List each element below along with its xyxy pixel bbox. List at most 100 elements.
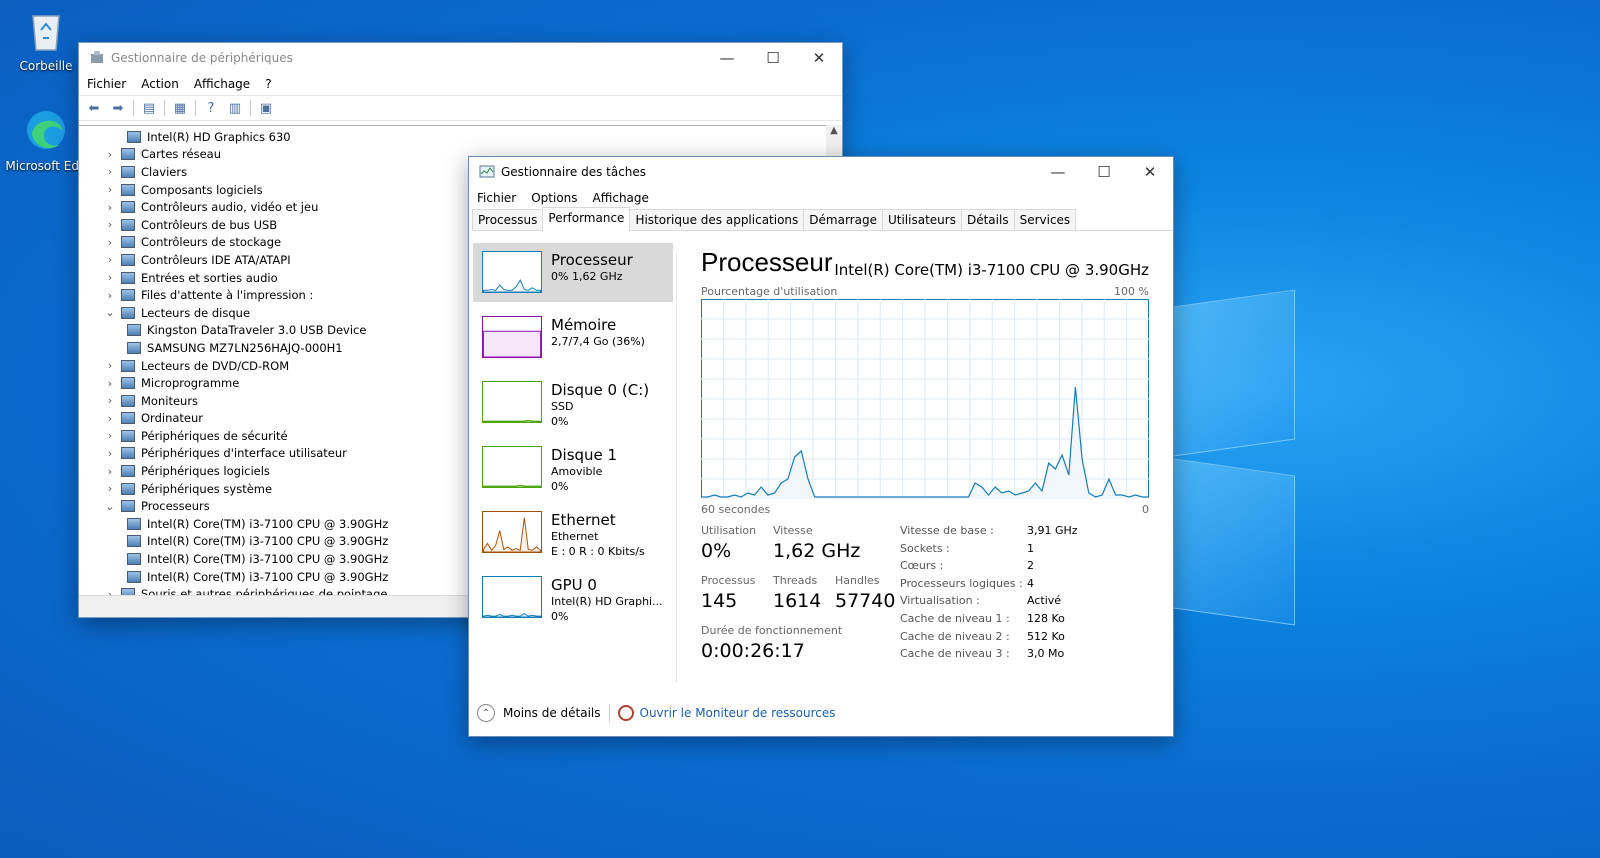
resource-sparkline <box>482 251 542 293</box>
task-manager-window[interactable]: Gestionnaire des tâches — ☐ ✕ Fichier Op… <box>468 156 1174 737</box>
chevron-down-icon[interactable]: ⌄ <box>103 306 117 319</box>
tree-node-label: Processeurs <box>141 499 210 514</box>
maximize-button[interactable]: ☐ <box>1081 157 1127 187</box>
resource-item[interactable]: Disque 0 (C:) SSD 0% <box>473 373 673 432</box>
chevron-right-icon[interactable]: › <box>103 465 117 478</box>
menu-affichage[interactable]: Affichage <box>194 77 250 91</box>
chevron-right-icon[interactable]: › <box>103 165 117 178</box>
toolbar-divider <box>164 100 165 116</box>
help-icon[interactable]: ? <box>202 100 220 116</box>
chevron-right-icon[interactable]: › <box>103 183 117 196</box>
sparkline-series <box>483 419 541 422</box>
back-arrow-icon[interactable]: ⬅ <box>85 100 103 116</box>
chevron-right-icon[interactable]: › <box>103 588 117 595</box>
handles-label: Handles <box>835 574 880 587</box>
tree-node-label: Intel(R) HD Graphics 630 <box>147 129 291 144</box>
menu-options[interactable]: Options <box>531 191 577 205</box>
tab-d-marrage[interactable]: Démarrage <box>803 209 883 230</box>
tab-processus[interactable]: Processus <box>472 209 544 230</box>
device-category-icon <box>121 394 135 407</box>
chevron-right-icon[interactable]: › <box>103 482 117 495</box>
tab-utilisateurs[interactable]: Utilisateurs <box>881 209 962 230</box>
spec-row: Virtualisation : Activé <box>900 594 1078 612</box>
device-category-icon <box>121 271 135 284</box>
tab-performance[interactable]: Performance <box>542 207 631 231</box>
graph-time-label: 60 secondes <box>701 503 771 516</box>
resource-item[interactable]: Ethernet Ethernet E : 0 R : 0 Kbits/s <box>473 503 673 562</box>
chevron-right-icon[interactable]: › <box>103 289 117 302</box>
task-manager-titlebar[interactable]: Gestionnaire des tâches — ☐ ✕ <box>469 157 1173 187</box>
menu-affichage[interactable]: Affichage <box>593 191 649 205</box>
resource-detail: 0% <box>551 415 569 428</box>
collapse-chevron-icon[interactable]: ⌃ <box>477 704 495 722</box>
chevron-right-icon[interactable]: › <box>103 148 117 161</box>
chevron-right-icon[interactable]: › <box>103 429 117 442</box>
menu-fichier[interactable]: Fichier <box>477 191 516 205</box>
tree-node[interactable]: Intel(R) HD Graphics 630 <box>79 128 842 146</box>
chevron-right-icon[interactable]: › <box>103 377 117 390</box>
close-button[interactable]: ✕ <box>796 43 842 73</box>
device-manager-menubar: Fichier Action Affichage ? <box>79 73 842 95</box>
properties-icon[interactable]: ▦ <box>171 100 189 116</box>
chevron-right-icon[interactable]: › <box>103 359 117 372</box>
edge-shortcut[interactable]: Microsoft Edg <box>4 108 88 173</box>
show-hide-tree-icon[interactable]: ▤ <box>140 100 158 116</box>
cpu-model-name: Intel(R) Core(TM) i3-7100 CPU @ 3.90GHz <box>834 261 1149 279</box>
chevron-down-icon[interactable]: ⌄ <box>103 500 117 513</box>
tree-node-label: Lecteurs de disque <box>141 305 251 320</box>
forward-arrow-icon[interactable]: ➡ <box>109 100 127 116</box>
utilization-label: Utilisation <box>701 524 757 537</box>
maximize-button[interactable]: ☐ <box>750 43 796 73</box>
handles-value: 57740 <box>835 590 896 612</box>
cpu-detail-panel: Processeur Intel(R) Core(TM) i3-7100 CPU… <box>701 247 1149 690</box>
tree-node-label: Intel(R) Core(TM) i3-7100 CPU @ 3.90GHz <box>147 516 389 531</box>
resource-detail: 0% <box>551 610 569 623</box>
chevron-right-icon[interactable]: › <box>103 236 117 249</box>
chevron-right-icon[interactable]: › <box>103 447 117 460</box>
device-manager-title: Gestionnaire de périphériques <box>111 51 293 65</box>
tab-services[interactable]: Services <box>1013 209 1077 230</box>
fewer-details-link[interactable]: Moins de détails <box>503 706 601 720</box>
device-category-icon <box>121 218 135 231</box>
spec-key: Vitesse de base : <box>900 524 994 537</box>
tree-node-label: Ordinateur <box>141 411 204 426</box>
resource-detail: 0% <box>551 480 569 493</box>
task-manager-footer: ⌃ Moins de détails Ouvrir le Moniteur de… <box>477 704 836 722</box>
spec-key: Cache de niveau 2 : <box>900 629 1010 643</box>
chevron-right-icon[interactable]: › <box>103 201 117 214</box>
view-icon[interactable]: ▥ <box>226 100 244 116</box>
tree-node-label: Souris et autres périphériques de pointa… <box>141 587 388 595</box>
tab-d-tails[interactable]: Détails <box>960 209 1015 230</box>
spec-row: Cache de niveau 2 : 512 Ko <box>900 630 1078 648</box>
sparkline-series <box>483 278 541 292</box>
resource-item[interactable]: GPU 0 Intel(R) HD Graphi... 0% <box>473 568 673 627</box>
minimize-button[interactable]: — <box>704 43 750 73</box>
resource-sparkline <box>482 576 542 618</box>
resource-sparkline <box>482 446 542 488</box>
menu-fichier[interactable]: Fichier <box>87 77 126 91</box>
menu-help[interactable]: ? <box>265 77 271 91</box>
chevron-right-icon[interactable]: › <box>103 271 117 284</box>
chevron-right-icon[interactable]: › <box>103 218 117 231</box>
scroll-up-icon[interactable]: ▲ <box>826 125 842 136</box>
tree-node-label: Composants logiciels <box>141 182 263 197</box>
device-manager-titlebar[interactable]: Gestionnaire de périphériques — ☐ ✕ <box>79 43 842 73</box>
tab-historique-des-applications[interactable]: Historique des applications <box>629 209 805 230</box>
chevron-right-icon[interactable]: › <box>103 394 117 407</box>
device-category-icon <box>121 429 135 442</box>
recycle-bin-shortcut[interactable]: Corbeille <box>4 8 88 73</box>
chevron-right-icon[interactable]: › <box>103 253 117 266</box>
chevron-right-icon[interactable]: › <box>103 412 117 425</box>
tree-node-label: Microprogramme <box>141 376 240 391</box>
resource-item[interactable]: Mémoire 2,7/7,4 Go (36%) <box>473 308 673 367</box>
minimize-button[interactable]: — <box>1035 157 1081 187</box>
menu-action[interactable]: Action <box>141 77 179 91</box>
close-button[interactable]: ✕ <box>1127 157 1173 187</box>
resource-item[interactable]: Disque 1 Amovible 0% <box>473 438 673 497</box>
open-resource-monitor-link[interactable]: Ouvrir le Moniteur de ressources <box>640 706 836 720</box>
monitor-icon[interactable]: ▣ <box>257 100 275 116</box>
spec-value: 3,0 Mo <box>1027 647 1065 661</box>
toolbar-divider <box>250 100 251 116</box>
resource-item[interactable]: Processeur 0% 1,62 GHz <box>473 243 673 302</box>
resource-list: Processeur 0% 1,62 GHz Mémoire 2,7/7,4 Go (… <box>473 243 673 633</box>
